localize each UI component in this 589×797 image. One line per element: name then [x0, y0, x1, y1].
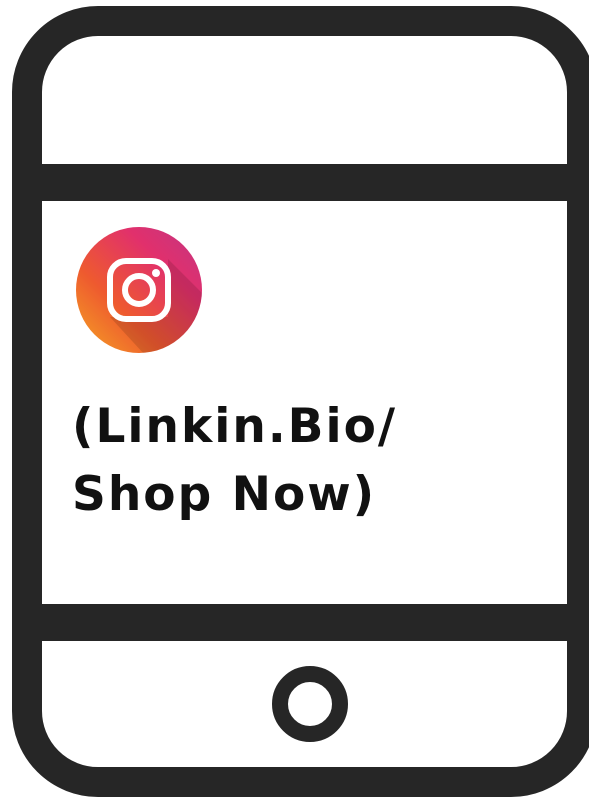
- instagram-icon: [76, 227, 202, 353]
- phone-bottom-bar: [42, 604, 567, 641]
- phone-screen: (Linkin.Bio/ Shop Now): [42, 201, 567, 604]
- phone-top-bar: [42, 164, 567, 201]
- home-button-icon: [272, 666, 348, 742]
- cta-text: (Linkin.Bio/ Shop Now): [72, 393, 397, 529]
- phone-outline: (Linkin.Bio/ Shop Now): [12, 6, 589, 797]
- cta-line-1: (Linkin.Bio/: [72, 399, 398, 454]
- cta-line-2: Shop Now): [72, 467, 377, 522]
